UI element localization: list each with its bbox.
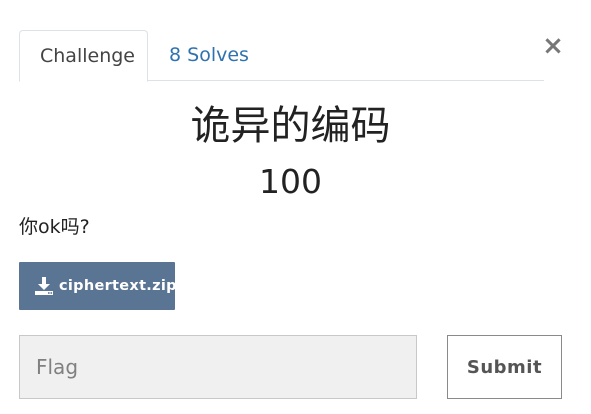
- close-icon[interactable]: ×: [540, 32, 566, 60]
- file-name: ciphertext.zip: [59, 278, 177, 294]
- challenge-title: 诡异的编码: [190, 103, 391, 149]
- download-icon: [34, 276, 54, 296]
- challenge-description: 你ok吗?: [19, 216, 90, 238]
- flag-input[interactable]: [19, 335, 417, 399]
- tab-bar: Challenge 8 Solves: [19, 30, 544, 82]
- download-file-button[interactable]: ciphertext.zip: [19, 262, 177, 310]
- challenge-points: 100: [259, 162, 322, 201]
- tab-challenge[interactable]: Challenge: [19, 30, 148, 82]
- tab-solves[interactable]: 8 Solves: [149, 30, 269, 81]
- submit-button[interactable]: Submit: [447, 335, 562, 399]
- challenge-modal: Challenge 8 Solves × 诡异的编码 100 你ok吗? cip…: [0, 0, 591, 414]
